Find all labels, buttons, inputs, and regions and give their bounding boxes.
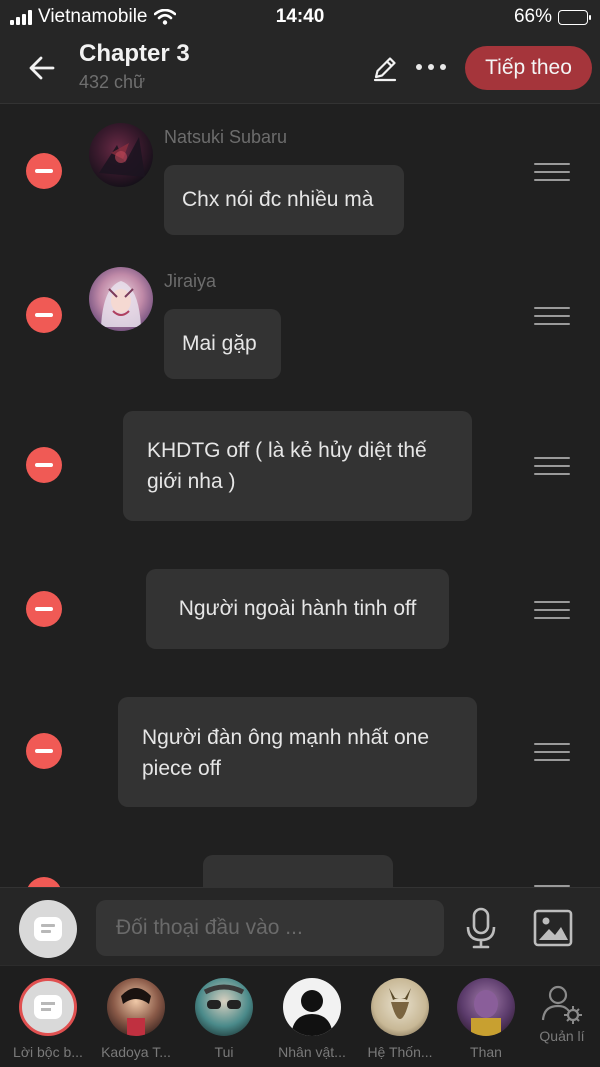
character-label: Lời bộc b... bbox=[13, 1044, 83, 1060]
back-arrow-icon[interactable] bbox=[24, 50, 60, 86]
chapter-heading: Chapter 3 432 chữ bbox=[79, 40, 190, 93]
message-bubble[interactable]: Người ngoài hành tinh off bbox=[146, 569, 449, 649]
character-nhan-vat[interactable]: Nhân vật... bbox=[270, 978, 354, 1060]
avatar bbox=[457, 978, 515, 1036]
delete-icon[interactable] bbox=[26, 591, 62, 627]
microphone-icon[interactable] bbox=[462, 906, 500, 950]
list-item: Natsuki Subaru Chx nói đc nhiều mà bbox=[0, 105, 600, 255]
manage-characters-button[interactable]: Quản lí bbox=[520, 982, 600, 1044]
character-label: Tui bbox=[214, 1044, 234, 1060]
image-icon[interactable] bbox=[532, 908, 574, 948]
avatar bbox=[195, 978, 253, 1036]
character-label: Quản lí bbox=[539, 1028, 585, 1044]
page-title: Chapter 3 bbox=[79, 40, 190, 67]
character-label: Hệ Thốn... bbox=[367, 1044, 433, 1060]
avatar bbox=[107, 978, 165, 1036]
avatar-art bbox=[101, 281, 141, 327]
delete-icon[interactable] bbox=[26, 447, 62, 483]
avatar[interactable] bbox=[89, 267, 153, 331]
character-than[interactable]: Than bbox=[444, 978, 528, 1060]
list-item: KHDTG off ( là kẻ hủy diệt thế giới nha … bbox=[0, 395, 600, 545]
narration-chat-icon bbox=[19, 978, 77, 1036]
drag-handle-icon[interactable] bbox=[534, 743, 570, 761]
message-bubble[interactable] bbox=[203, 855, 393, 887]
avatar-art bbox=[99, 137, 145, 177]
more-dots-icon[interactable] bbox=[416, 64, 446, 70]
avatar[interactable] bbox=[89, 123, 153, 187]
drag-handle-icon[interactable] bbox=[534, 163, 570, 181]
status-right: 66% bbox=[513, 6, 591, 28]
silhouette-avatar bbox=[283, 978, 341, 1036]
message-bubble[interactable]: Người đàn ông mạnh nhất one piece off bbox=[118, 697, 477, 807]
status-bar: Vietnamobile 14:40 66% bbox=[0, 0, 600, 34]
pencil-icon[interactable] bbox=[369, 52, 401, 84]
chat-bubble-icon bbox=[34, 917, 62, 941]
character-tui[interactable]: Tui bbox=[182, 978, 266, 1060]
list-item: Người ngoài hành tinh off bbox=[0, 545, 600, 685]
dialogue-input-bar: Đối thoại đầu vào ... bbox=[0, 887, 600, 965]
editor-header: Chapter 3 432 chữ Tiếp theo bbox=[0, 34, 600, 104]
character-label: Nhân vật... bbox=[278, 1044, 346, 1060]
message-bubble[interactable]: KHDTG off ( là kẻ hủy diệt thế giới nha … bbox=[123, 411, 472, 521]
avatar bbox=[371, 978, 429, 1036]
character-he-thong[interactable]: Hệ Thốn... bbox=[358, 978, 442, 1060]
drag-handle-icon[interactable] bbox=[534, 601, 570, 619]
dialogue-input[interactable]: Đối thoại đầu vào ... bbox=[96, 900, 444, 956]
list-item: Người đàn ông mạnh nhất one piece off bbox=[0, 685, 600, 835]
speaker-name: Natsuki Subaru bbox=[164, 127, 288, 147]
drag-handle-icon[interactable] bbox=[534, 307, 570, 325]
clock: 14:40 bbox=[275, 6, 325, 27]
message-bubble[interactable]: Chx nói đc nhiều mà bbox=[164, 165, 404, 235]
battery-icon bbox=[558, 9, 591, 25]
manage-user-gear-icon bbox=[541, 985, 582, 1024]
word-count: 432 chữ bbox=[79, 72, 146, 92]
list-item bbox=[0, 835, 600, 887]
message-bubble[interactable]: Mai gặp bbox=[164, 309, 281, 379]
battery-percent: 66% bbox=[513, 6, 552, 27]
delete-icon[interactable] bbox=[26, 877, 62, 887]
speaker-name: Jiraiya bbox=[164, 271, 217, 291]
delete-icon[interactable] bbox=[26, 733, 62, 769]
next-button[interactable]: Tiếp theo bbox=[465, 46, 592, 90]
character-label: Than bbox=[470, 1044, 502, 1060]
character-bar: Lời bộc b... Kadoya T... Tui Nhân vật...… bbox=[0, 965, 600, 1067]
delete-icon[interactable] bbox=[26, 297, 62, 333]
narration-button[interactable] bbox=[19, 900, 77, 958]
character-label: Kadoya T... bbox=[101, 1044, 171, 1060]
delete-icon[interactable] bbox=[26, 153, 62, 189]
drag-handle-icon[interactable] bbox=[534, 457, 570, 475]
list-item: Jiraiya Mai gặp bbox=[0, 255, 600, 395]
character-kadoya[interactable]: Kadoya T... bbox=[94, 978, 178, 1060]
character-narration[interactable]: Lời bộc b... bbox=[6, 978, 90, 1060]
dialogue-list[interactable]: Natsuki Subaru Chx nói đc nhiều mà Jirai… bbox=[0, 105, 600, 887]
